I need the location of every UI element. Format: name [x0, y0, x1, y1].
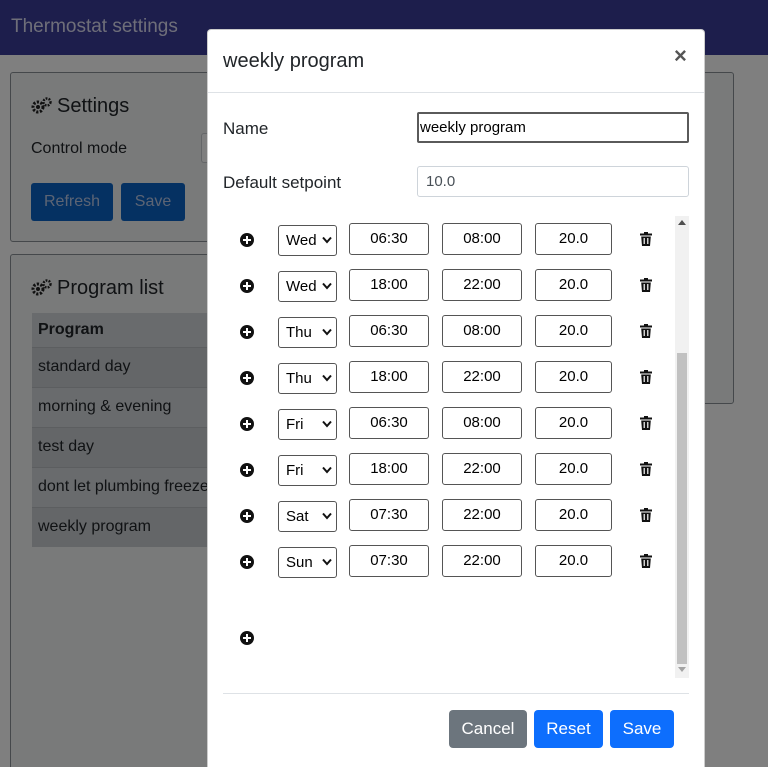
- default-setpoint-label: Default setpoint: [223, 173, 342, 192]
- close-icon[interactable]: ×: [674, 45, 687, 67]
- setpoint-value-input[interactable]: 20.0: [535, 223, 612, 255]
- end-time-input[interactable]: 08:00: [442, 407, 522, 439]
- trash-icon[interactable]: [640, 508, 652, 522]
- chevron-down-icon: [322, 420, 332, 428]
- schedule-row: Fri 18:00 22:00 20.0: [223, 445, 675, 491]
- day-select-value: Fri: [286, 416, 304, 433]
- schedule-list[interactable]: Tue18:0022:0020.0Wed06:3008:0020.0Wed18:…: [223, 216, 689, 678]
- end-time-input[interactable]: 22:00: [442, 453, 522, 485]
- start-time-input[interactable]: 18:00: [349, 361, 429, 393]
- trash-icon[interactable]: [640, 324, 652, 338]
- add-row-icon[interactable]: [240, 417, 254, 431]
- setpoint-value-input[interactable]: 20.0: [535, 361, 612, 393]
- add-row-icon[interactable]: [240, 509, 254, 523]
- add-row-icon[interactable]: [240, 631, 254, 645]
- day-select[interactable]: Thu: [278, 363, 337, 394]
- trash-icon[interactable]: [640, 232, 652, 246]
- end-time-input[interactable]: 22:00: [442, 499, 522, 531]
- trash-icon[interactable]: [640, 278, 652, 292]
- chevron-down-icon: [322, 374, 332, 382]
- day-select-value: Thu: [286, 370, 312, 387]
- scroll-thumb[interactable]: [677, 353, 687, 664]
- setpoint-value-input[interactable]: 20.0: [535, 545, 612, 577]
- day-select[interactable]: Wed: [278, 271, 337, 302]
- schedule-row: Wed 18:00 22:00 20.0: [223, 261, 675, 307]
- save-button[interactable]: Save: [610, 710, 674, 748]
- schedule-row: Thu 18:00 22:00 20.0: [223, 353, 675, 399]
- trash-icon[interactable]: [640, 462, 652, 476]
- cancel-button[interactable]: Cancel: [449, 710, 527, 748]
- default-setpoint-input[interactable]: [417, 166, 689, 197]
- setpoint-value-input[interactable]: 20.0: [535, 269, 612, 301]
- start-time-input[interactable]: 18:00: [349, 453, 429, 485]
- day-select[interactable]: Sun: [278, 547, 337, 578]
- add-row-icon[interactable]: [240, 233, 254, 247]
- modal-footer-divider: [223, 693, 689, 694]
- end-time-input[interactable]: 22:00: [442, 269, 522, 301]
- reset-button[interactable]: Reset: [534, 710, 603, 748]
- setpoint-value-input[interactable]: 20.0: [535, 315, 612, 347]
- start-time-input[interactable]: 06:30: [349, 223, 429, 255]
- day-select-value: Sun: [286, 554, 313, 571]
- chevron-down-icon: [322, 328, 332, 336]
- scroll-down-arrow-icon[interactable]: [678, 667, 686, 672]
- program-edit-modal: weekly program × Name Default setpoint T…: [207, 29, 705, 767]
- day-select[interactable]: Fri: [278, 409, 337, 440]
- chevron-down-icon: [322, 512, 332, 520]
- day-select[interactable]: Wed: [278, 225, 337, 256]
- day-select-value: Wed: [286, 232, 317, 249]
- schedule-rows: Tue18:0022:0020.0Wed06:3008:0020.0Wed18:…: [223, 216, 675, 583]
- start-time-input[interactable]: 07:30: [349, 499, 429, 531]
- day-select[interactable]: Thu: [278, 317, 337, 348]
- schedule-row: Wed 06:30 08:00 20.0: [223, 216, 675, 261]
- add-row-icon[interactable]: [240, 371, 254, 385]
- start-time-input[interactable]: 18:00: [349, 269, 429, 301]
- start-time-input[interactable]: 06:30: [349, 315, 429, 347]
- day-select-value: Fri: [286, 462, 304, 479]
- trash-icon[interactable]: [640, 370, 652, 384]
- end-time-input[interactable]: 22:00: [442, 545, 522, 577]
- day-select[interactable]: Sat: [278, 501, 337, 532]
- add-row-icon[interactable]: [240, 555, 254, 569]
- scroll-up-arrow-icon[interactable]: [678, 220, 686, 225]
- setpoint-value-input[interactable]: 20.0: [535, 453, 612, 485]
- modal-title: weekly program: [223, 50, 365, 72]
- trash-icon[interactable]: [640, 554, 652, 568]
- schedule-row: Thu 06:30 08:00 20.0: [223, 307, 675, 353]
- end-time-input[interactable]: 22:00: [442, 361, 522, 393]
- add-row-icon[interactable]: [240, 279, 254, 293]
- schedule-row: Sat 07:30 22:00 20.0: [223, 491, 675, 537]
- day-select[interactable]: Fri: [278, 455, 337, 486]
- name-label: Name: [223, 119, 269, 138]
- day-select-value: Thu: [286, 324, 312, 341]
- add-row-icon[interactable]: [240, 325, 254, 339]
- chevron-down-icon: [322, 466, 332, 474]
- day-select-value: Wed: [286, 278, 317, 295]
- end-time-input[interactable]: 08:00: [442, 315, 522, 347]
- modal-header: weekly program ×: [208, 30, 704, 93]
- trash-icon[interactable]: [640, 416, 652, 430]
- add-row-icon[interactable]: [240, 463, 254, 477]
- setpoint-value-input[interactable]: 20.0: [535, 499, 612, 531]
- schedule-scrollbar[interactable]: [675, 216, 689, 678]
- day-select-value: Sat: [286, 508, 309, 525]
- start-time-input[interactable]: 07:30: [349, 545, 429, 577]
- chevron-down-icon: [322, 282, 332, 290]
- chevron-down-icon: [322, 236, 332, 244]
- schedule-row: Fri 06:30 08:00 20.0: [223, 399, 675, 445]
- name-input[interactable]: [417, 112, 689, 143]
- end-time-input[interactable]: 08:00: [442, 223, 522, 255]
- schedule-row: Sun 07:30 22:00 20.0: [223, 537, 675, 583]
- chevron-down-icon: [322, 558, 332, 566]
- start-time-input[interactable]: 06:30: [349, 407, 429, 439]
- setpoint-value-input[interactable]: 20.0: [535, 407, 612, 439]
